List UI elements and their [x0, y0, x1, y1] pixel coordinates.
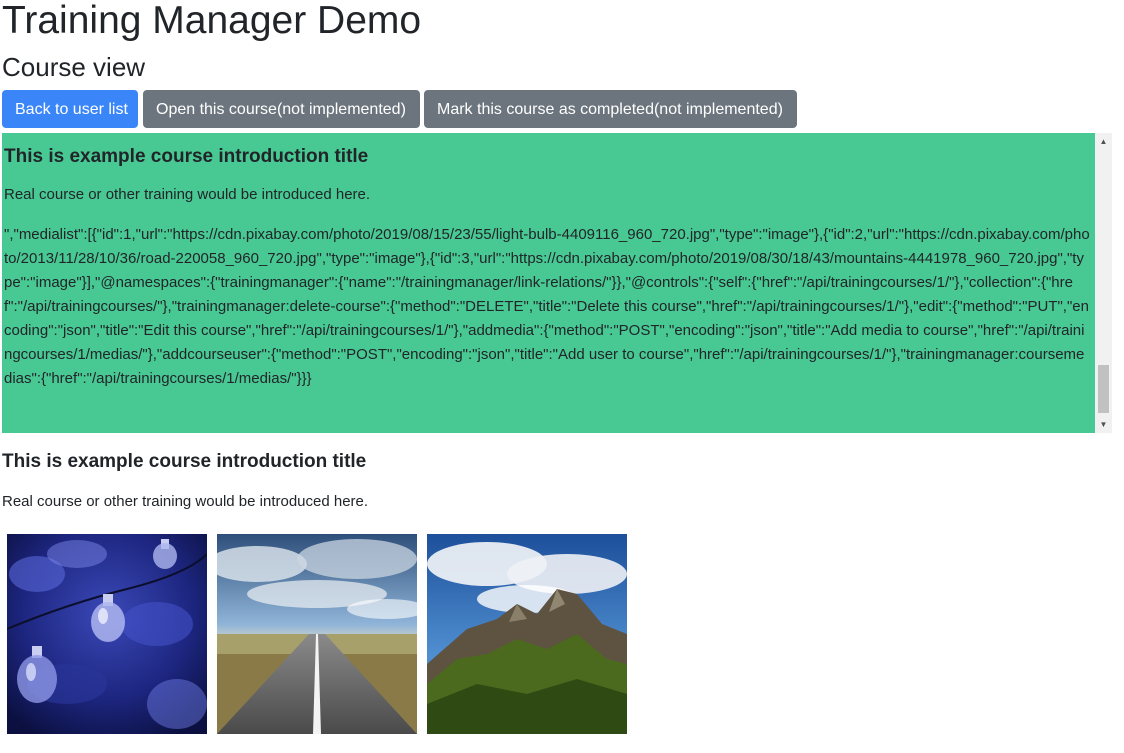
app-title: Training Manager Demo — [2, 0, 422, 42]
intro-text: Real course or other training would be i… — [4, 186, 371, 203]
intro-title: This is example course introduction titl… — [4, 146, 369, 167]
mountains-image — [427, 534, 627, 734]
scroll-up-arrow-icon[interactable]: ▲ — [1095, 133, 1112, 150]
course-text: Real course or other training would be i… — [2, 493, 369, 510]
course-introduction-content: This is example course introduction titl… — [4, 133, 1092, 391]
scrollbar-thumb[interactable] — [1098, 365, 1109, 413]
course-introduction-panel[interactable]: This is example course introduction titl… — [2, 133, 1112, 433]
back-to-user-list-button[interactable]: Back to user list — [2, 90, 138, 128]
light-bulb-image — [7, 534, 207, 734]
page: Training Manager Demo Course view Back t… — [0, 0, 1124, 753]
open-course-button[interactable]: Open this course(not implemented) — [143, 90, 420, 128]
intro-scrollbar[interactable]: ▲ ▼ — [1095, 133, 1112, 433]
scroll-down-arrow-icon[interactable]: ▼ — [1095, 416, 1112, 433]
mark-completed-button[interactable]: Mark this course as completed(not implem… — [424, 90, 797, 128]
page-title: Course view — [2, 52, 146, 82]
course-title: This is example course introduction titl… — [2, 451, 367, 472]
road-image — [217, 534, 417, 734]
intro-raw-json: ","medialist":[{"id":1,"url":"https://cd… — [4, 226, 1090, 387]
